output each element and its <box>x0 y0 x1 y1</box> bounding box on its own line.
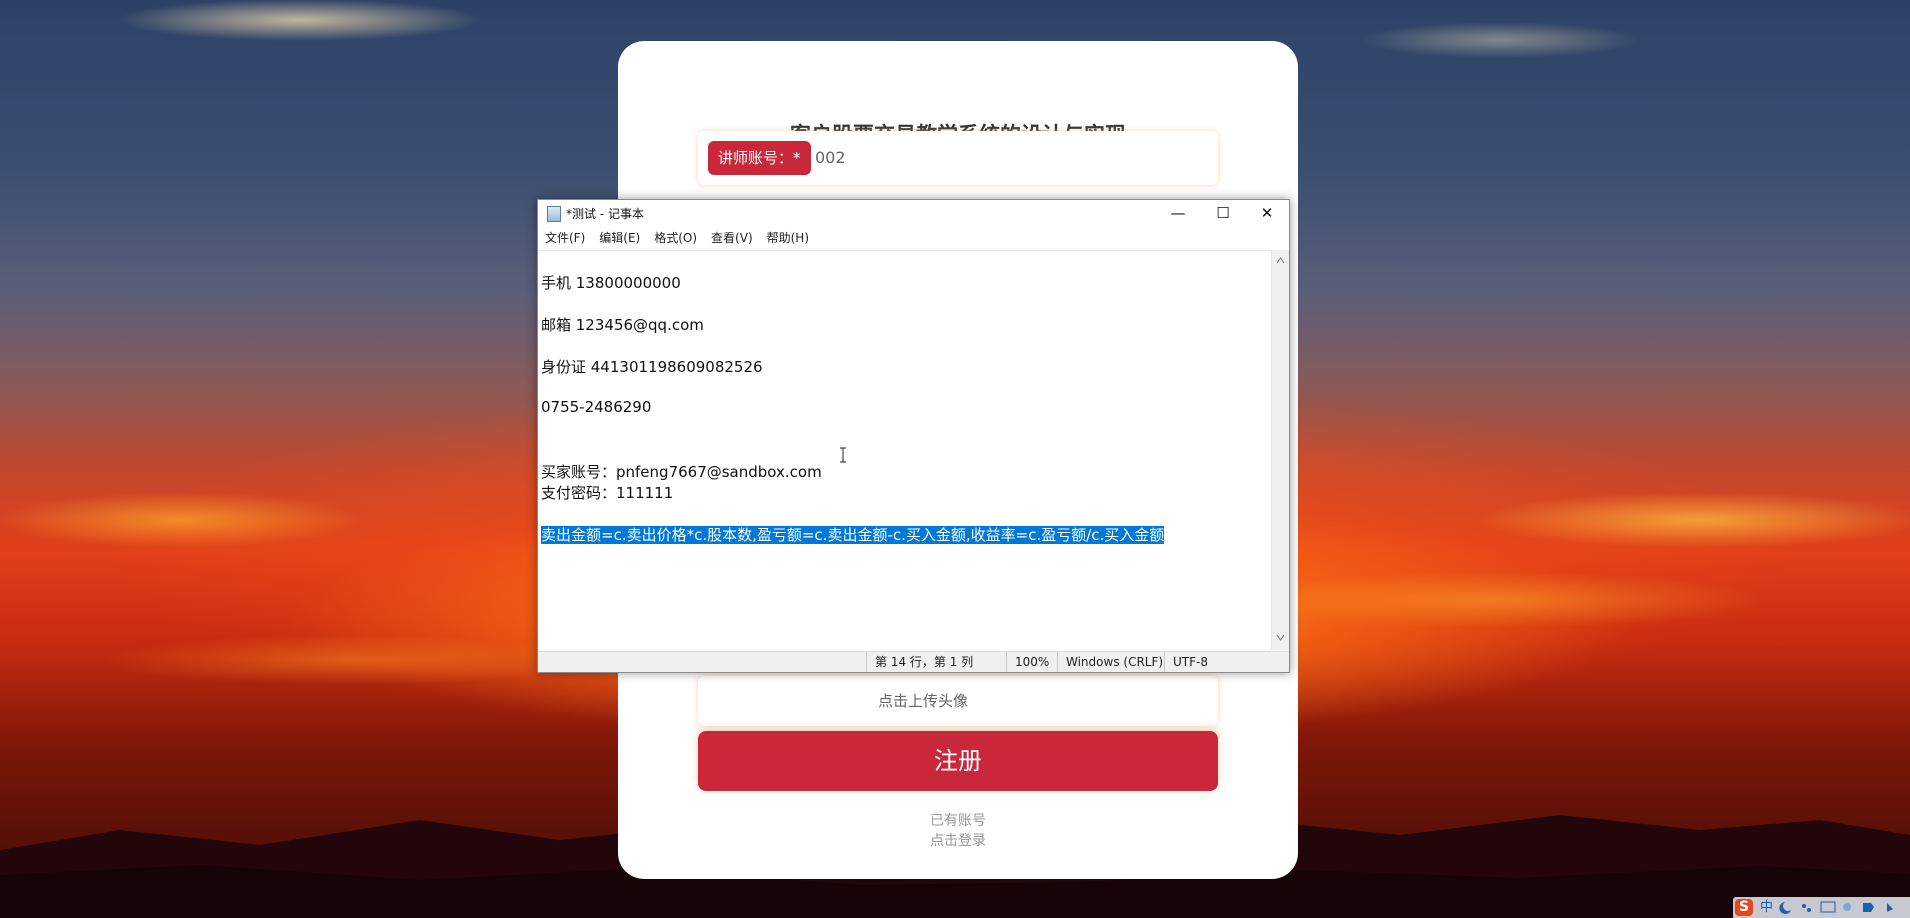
notepad-titlebar[interactable]: *测试 - 记事本 — ☐ ✕ <box>538 200 1289 226</box>
close-button[interactable]: ✕ <box>1245 200 1289 226</box>
notepad-window: *测试 - 记事本 — ☐ ✕ 文件(F) 编辑(E) 格式(O) 查看(V) 帮助(H… <box>537 199 1290 673</box>
status-line-ending: Windows (CRLF) <box>1057 652 1171 672</box>
text-cursor-icon <box>840 447 846 463</box>
notepad-menubar: 文件(F) 编辑(E) 格式(O) 查看(V) 帮助(H) <box>538 227 1289 249</box>
register-button[interactable]: 注册 <box>698 731 1218 791</box>
instructor-account-input[interactable] <box>815 141 1195 175</box>
text-line-formula-selected: 卖出金额=c.卖出价格*c.股本数,盈亏额=c.卖出金额-c.买入金额,收益率=… <box>541 524 1165 545</box>
required-mark: * <box>793 149 801 167</box>
ime-chinese-mode[interactable]: 中 <box>1760 899 1773 916</box>
menu-format[interactable]: 格式(O) <box>647 227 704 249</box>
login-link[interactable]: 已有账号 点击登录 <box>618 811 1298 851</box>
ime-tool-icons[interactable] <box>1779 900 1904 915</box>
menu-edit[interactable]: 编辑(E) <box>592 227 647 249</box>
notepad-title: *测试 - 记事本 <box>566 207 644 221</box>
selected-text: 卖出金额=c.卖出价格*c.股本数,盈亏额=c.卖出金额-c.买入金额,收益率=… <box>541 526 1165 544</box>
maximize-button[interactable]: ☐ <box>1201 200 1245 226</box>
status-encoding: UTF-8 <box>1164 652 1273 672</box>
ime-toolbar: S 中 <box>1733 897 1910 918</box>
notepad-text-area[interactable]: 手机 13800000000 邮箱 123456@qq.com 身份证 4413… <box>538 250 1271 651</box>
instructor-account-label: 讲师账号：* <box>708 141 811 175</box>
sogou-ime-icon[interactable]: S <box>1735 899 1753 916</box>
avatar-upload-field[interactable]: 点击上传头像 <box>698 676 1218 726</box>
instructor-account-field: 讲师账号：* <box>698 131 1218 185</box>
text-line-id-card: 身份证 441301198609082526 <box>541 358 763 376</box>
notepad-icon <box>547 206 561 222</box>
text-line-phone: 手机 13800000000 <box>541 274 681 292</box>
scroll-arrows-icon <box>1276 257 1285 641</box>
text-line-buyer: 买家账号：pnfeng7667@sandbox.com <box>541 463 822 481</box>
minimize-button[interactable]: — <box>1156 200 1200 226</box>
click-login-text[interactable]: 点击登录 <box>618 831 1298 851</box>
menu-view[interactable]: 查看(V) <box>704 227 760 249</box>
text-line-tel: 0755-2486290 <box>541 398 652 416</box>
status-zoom: 100% <box>1006 652 1055 672</box>
text-line-pay-password: 支付密码：111111 <box>541 484 674 502</box>
menu-help[interactable]: 帮助(H) <box>760 227 816 249</box>
vertical-scrollbar[interactable] <box>1271 250 1289 650</box>
status-position: 第 14 行，第 1 列 <box>866 652 1005 672</box>
have-account-text: 已有账号 <box>930 813 986 829</box>
text-line-email: 邮箱 123456@qq.com <box>541 316 704 334</box>
upload-avatar-label[interactable]: 点击上传头像 <box>878 676 968 726</box>
notepad-statusbar: 第 14 行，第 1 列 100% Windows (CRLF) UTF-8 <box>538 651 1289 672</box>
menu-file[interactable]: 文件(F) <box>538 227 592 249</box>
